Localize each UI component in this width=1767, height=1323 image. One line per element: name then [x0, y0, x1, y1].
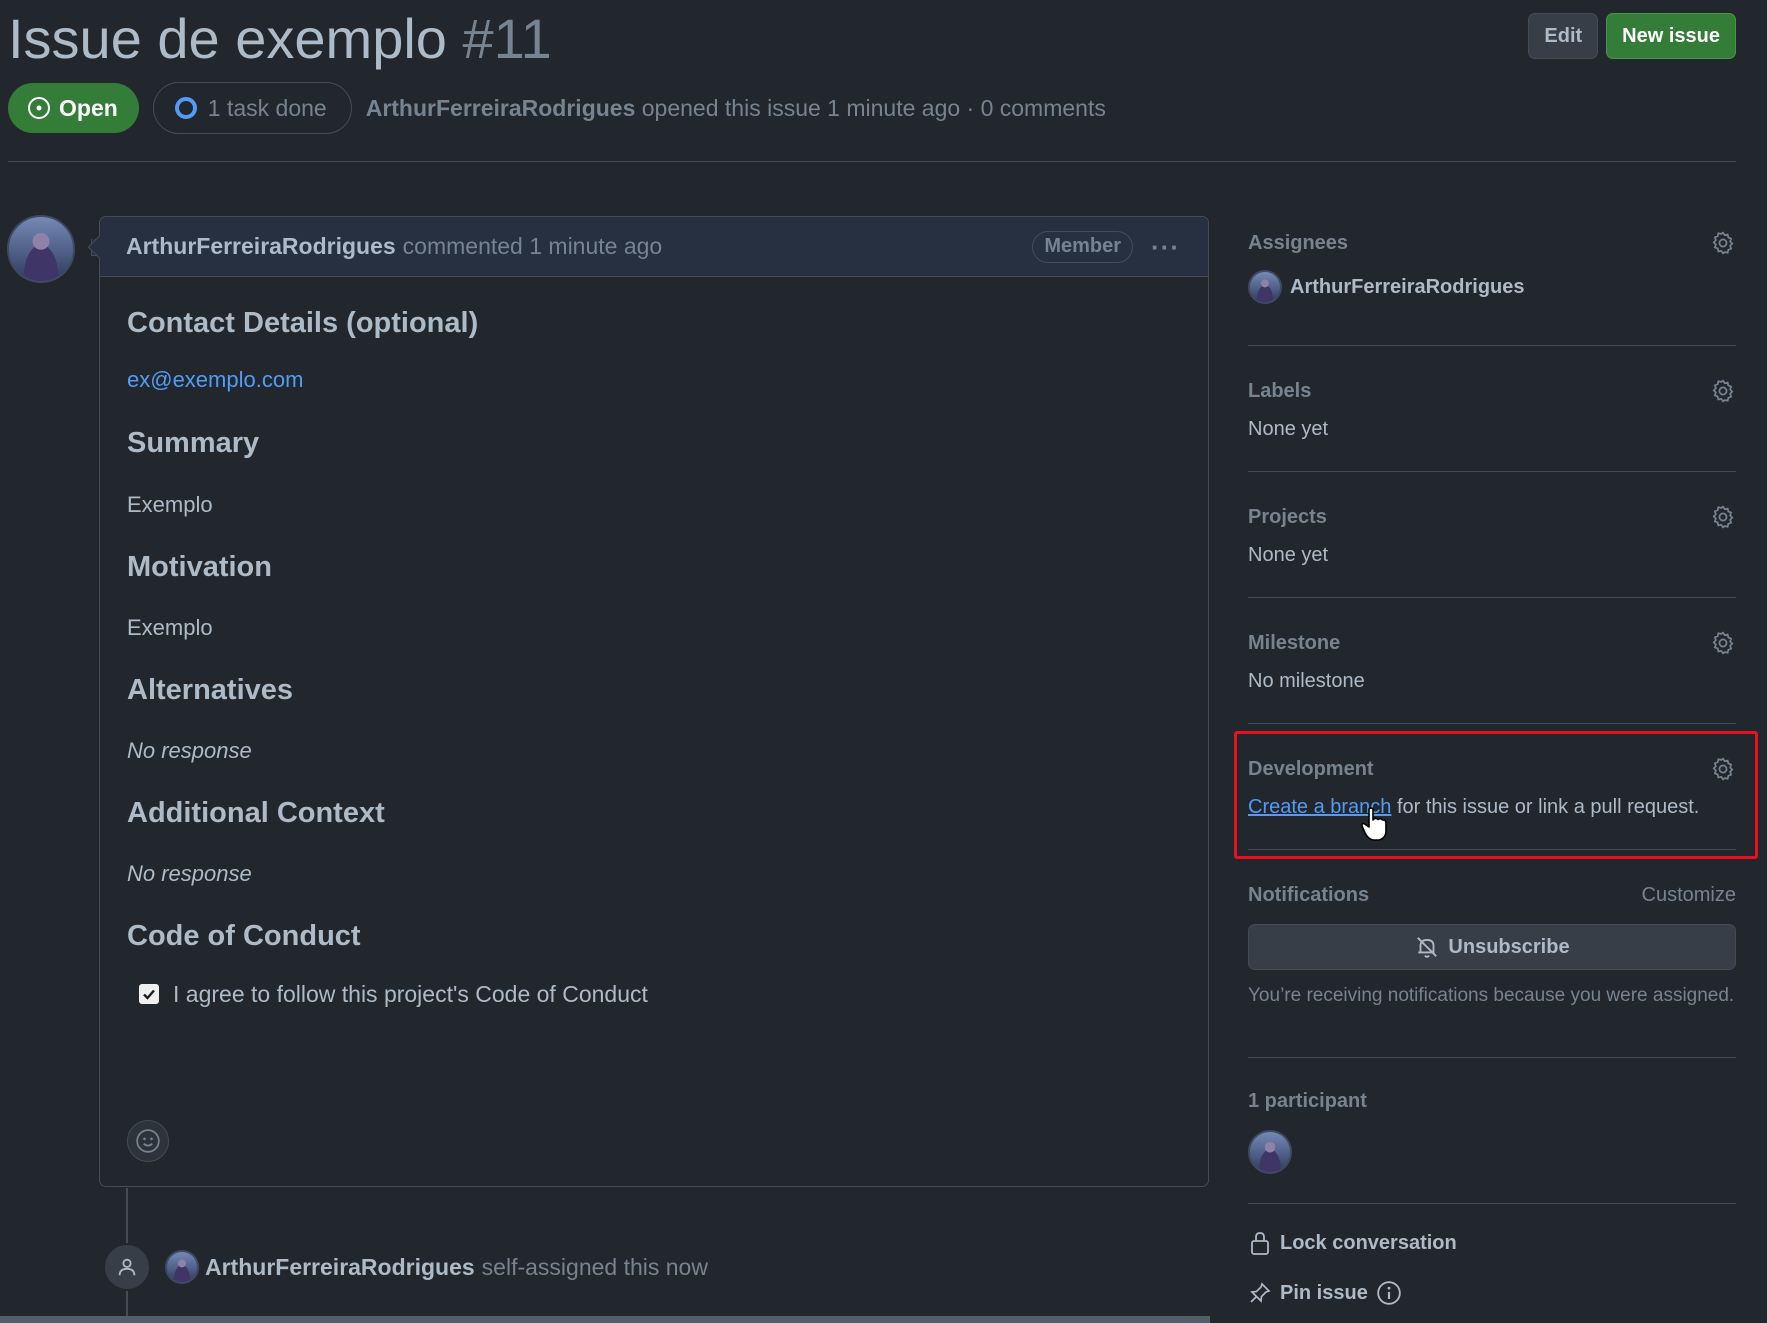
check-icon — [143, 989, 155, 1000]
pin-icon — [1250, 1282, 1271, 1303]
notifications-label: Notifications — [1248, 883, 1370, 906]
kebab-horizontal-icon[interactable]: ··· — [1151, 234, 1180, 260]
sidebar-participants: 1 participant — [1248, 1058, 1736, 1204]
unsubscribe-button[interactable]: Unsubscribe — [1248, 924, 1736, 970]
alternatives-heading: Alternatives — [127, 673, 294, 706]
additional-context-value: No response — [127, 861, 252, 887]
progress-circle-icon — [174, 97, 197, 119]
issue-title-text: Issue de exemplo — [8, 7, 447, 70]
issue-number: #11 — [462, 7, 552, 70]
gear-icon[interactable] — [1710, 230, 1736, 256]
customize-link[interactable]: Customize — [1642, 884, 1736, 907]
info-icon[interactable] — [1376, 1280, 1402, 1306]
participant-avatar[interactable] — [1248, 1130, 1292, 1174]
code-of-conduct-task: I agree to follow this project's Code of… — [139, 981, 1182, 1008]
development-description: for this issue or link a pull request. — [1391, 796, 1700, 818]
assignees-label[interactable]: Assignees — [1248, 232, 1348, 255]
contact-heading: Contact Details (optional) — [127, 307, 479, 339]
projects-value: None yet — [1248, 544, 1329, 566]
alternatives-value: No response — [127, 738, 252, 763]
unsubscribe-label: Unsubscribe — [1448, 935, 1570, 958]
bell-slash-icon — [1417, 937, 1438, 958]
summary-heading: Summary — [127, 427, 260, 460]
state-badge: Open — [8, 83, 139, 133]
edit-button[interactable]: Edit — [1528, 13, 1599, 59]
pin-issue-action[interactable]: Pin issue — [1248, 1280, 1736, 1306]
issue-comment: ArthurFerreiraRodrigues commented 1 minu… — [87, 216, 1209, 1187]
header-divider — [8, 161, 1736, 162]
horizontal-scrollbar[interactable] — [0, 1316, 1210, 1323]
gear-icon[interactable] — [1710, 756, 1736, 782]
assignee-item[interactable]: ArthurFerreiraRodrigues — [1248, 270, 1736, 304]
code-of-conduct-checkbox[interactable] — [139, 984, 159, 1004]
issue-title: Issue de exemplo #11 — [8, 4, 1736, 74]
sidebar-development: Development Create a branch for this iss… — [1248, 724, 1736, 850]
sidebar-notifications: Notifications Customize Unsubscribe You’… — [1248, 850, 1736, 1058]
labels-value: None yet — [1248, 418, 1329, 440]
gear-icon[interactable] — [1710, 378, 1736, 404]
milestone-label[interactable]: Milestone — [1248, 632, 1340, 655]
additional-context-heading: Additional Context — [127, 797, 385, 829]
task-progress-label: 1 task done — [207, 94, 327, 121]
gear-icon[interactable] — [1710, 630, 1736, 656]
sidebar-labels: Labels None yet — [1248, 346, 1736, 472]
projects-label[interactable]: Projects — [1248, 506, 1327, 529]
header-buttons: Edit New issue — [1528, 13, 1736, 59]
issue-opened-icon — [28, 97, 50, 119]
development-text: Create a branch for this issue or link a… — [1248, 796, 1736, 819]
state-label: Open — [59, 94, 118, 121]
comment-header: ArthurFerreiraRodrigues commented 1 minu… — [100, 217, 1208, 277]
assignee-name: ArthurFerreiraRodrigues — [1290, 275, 1525, 298]
sidebar-actions: Lock conversation Pin issue — [1248, 1204, 1736, 1306]
milestone-value: No milestone — [1248, 670, 1365, 692]
sidebar-assignees: Assignees ArthurFerreiraRodrigues — [1248, 228, 1736, 346]
comment-author-avatar[interactable] — [7, 215, 75, 283]
motivation-heading: Motivation — [127, 550, 272, 583]
timeline-event-badge — [103, 1243, 151, 1291]
timeline-event-assigned: ArthurFerreiraRodrigues self-assigned th… — [165, 1250, 708, 1284]
participants-label: 1 participant — [1248, 1089, 1367, 1112]
lock-conversation-label: Lock conversation — [1280, 1231, 1457, 1254]
sidebar-projects: Projects None yet — [1248, 472, 1736, 598]
timeline-author-avatar[interactable] — [165, 1250, 199, 1284]
sidebar-milestone: Milestone No milestone — [1248, 598, 1736, 724]
issue-sidebar: Assignees ArthurFerreiraRodrigues Labels… — [1248, 228, 1736, 1306]
issue-author-link[interactable]: ArthurFerreiraRodrigues — [366, 95, 636, 121]
add-reaction-button[interactable] — [127, 1120, 169, 1162]
person-icon — [118, 1258, 136, 1276]
assignee-avatar — [1248, 270, 1282, 304]
gear-icon[interactable] — [1710, 504, 1736, 530]
issue-meta: Open 1 task done ArthurFerreiraRodrigues… — [8, 82, 1106, 134]
summary-value: Exemplo — [127, 491, 213, 517]
comment-author[interactable]: ArthurFerreiraRodrigues — [126, 233, 396, 260]
smiley-icon — [136, 1129, 160, 1153]
lock-conversation-action[interactable]: Lock conversation — [1248, 1230, 1736, 1256]
development-label[interactable]: Development — [1248, 758, 1374, 781]
member-badge: Member — [1032, 230, 1134, 263]
code-of-conduct-heading: Code of Conduct — [127, 920, 361, 953]
issue-meta-detail: opened this issue 1 minute ago · 0 comme… — [641, 94, 1106, 121]
issue-page: Issue de exemplo #11 Edit New issue Open… — [0, 0, 1767, 1323]
issue-meta-text: ArthurFerreiraRodrigues opened this issu… — [366, 95, 1106, 122]
issue-header: Issue de exemplo #11 Edit New issue — [8, 4, 1736, 74]
notification-reason: You’re receiving notifications because y… — [1248, 985, 1735, 1006]
new-issue-button[interactable]: New issue — [1606, 13, 1736, 59]
lock-icon — [1251, 1232, 1269, 1255]
comment-action: commented 1 minute ago — [402, 233, 663, 259]
labels-label[interactable]: Labels — [1248, 380, 1311, 403]
motivation-value: Exemplo — [127, 614, 213, 640]
pin-issue-label: Pin issue — [1280, 1281, 1368, 1304]
task-progress-badge[interactable]: 1 task done — [152, 82, 352, 134]
code-of-conduct-label: I agree to follow this project's Code of… — [173, 980, 648, 1007]
comment-body: Contact Details (optional) ex@exemplo.co… — [100, 277, 1208, 1008]
contact-email-link[interactable]: ex@exemplo.com — [127, 367, 303, 392]
timeline-author[interactable]: ArthurFerreiraRodrigues — [205, 1254, 475, 1281]
hand-pointer-cursor-icon — [1361, 807, 1387, 841]
timeline-action: self-assigned this now — [481, 1253, 708, 1280]
